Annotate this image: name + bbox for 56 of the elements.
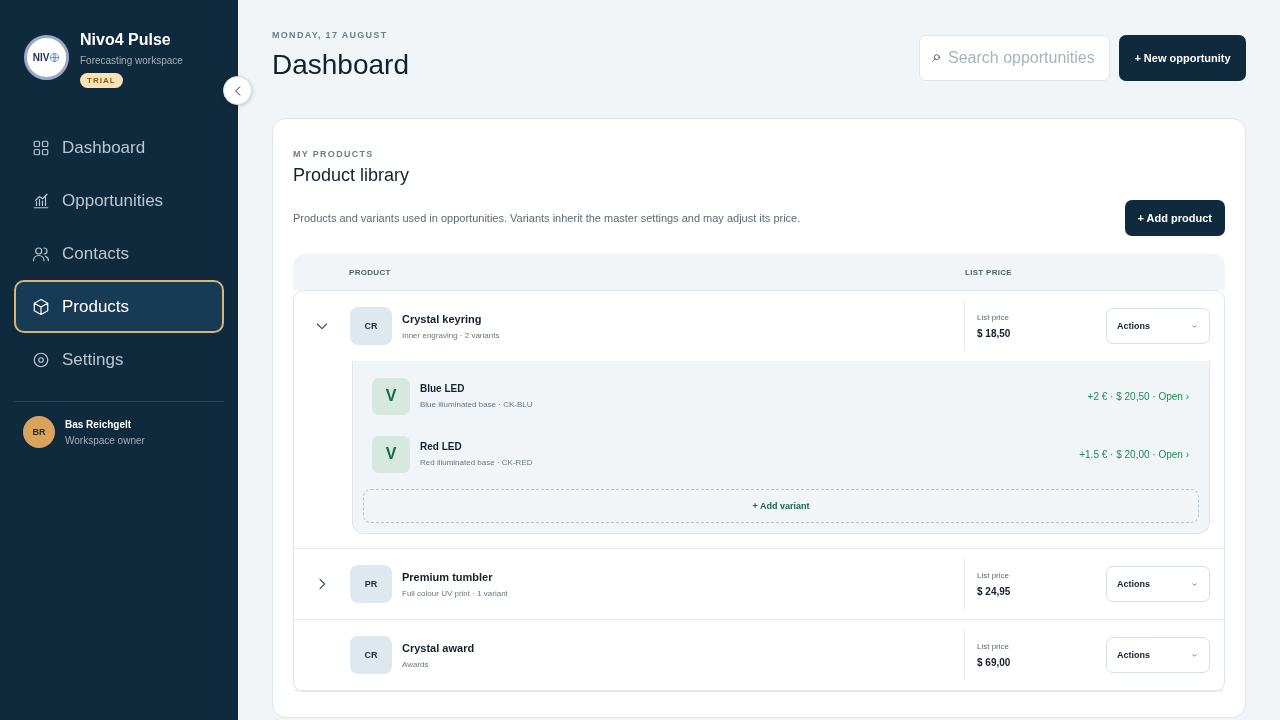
product-meta: Awards: [402, 659, 430, 669]
product-thumbnail: CR: [350, 307, 392, 345]
variant-name: Blue LED: [420, 383, 466, 394]
variant-thumbnail: V: [372, 435, 410, 473]
product-thumbnail: CR: [350, 636, 392, 674]
nav-item[interactable]: Opportunities: [14, 174, 224, 227]
grid-icon: [32, 138, 50, 157]
price-label: List price: [977, 313, 1010, 322]
user-name: Bas Reichgelt: [65, 418, 133, 430]
globe-icon: [49, 52, 61, 63]
variant-meta: Red illuminated base · CK-RED: [420, 458, 534, 467]
actions-dropdown[interactable]: Actions: [1106, 566, 1210, 602]
add-product-button[interactable]: + Add product: [1124, 200, 1225, 236]
gear-icon: [32, 350, 50, 369]
actions-dropdown[interactable]: Actions: [1106, 308, 1210, 344]
product-thumbnail: PR: [350, 565, 392, 603]
price-value: $ 69,00: [977, 657, 1012, 668]
section-description: Products and variants used in opportunities. Variants inherit the master settings and may adjust its price.: [293, 212, 801, 224]
variant-price-link[interactable]: +1.5 € · $ 20,00 · Open ›: [1079, 448, 1189, 460]
nav-item[interactable]: Settings: [14, 333, 224, 386]
search-field[interactable]: Search opportunities: [919, 35, 1110, 81]
user-avatar: BR: [23, 416, 55, 448]
page-title: Dashboard: [272, 49, 409, 81]
section-label: MY PRODUCTS: [293, 149, 375, 159]
price-value: $ 24,95: [977, 586, 1012, 597]
column-header: LIST PRICE: [965, 267, 1012, 277]
users-icon: [32, 244, 50, 263]
product-meta: Inner engraving · 2 variants: [402, 330, 501, 340]
add-variant-button[interactable]: + Add variant: [363, 489, 1199, 523]
product-name: Crystal award: [402, 641, 476, 654]
variant-thumbnail: V: [372, 377, 410, 415]
nav-item[interactable]: Dashboard: [14, 121, 224, 174]
variant-name: Red LED: [420, 441, 463, 452]
logo-text: NIV: [32, 52, 50, 63]
bar-chart-icon: [32, 191, 50, 210]
app-name: Nivo4 Pulse: [80, 31, 172, 49]
actions-dropdown[interactable]: Actions: [1106, 637, 1210, 673]
new-opportunity-button[interactable]: + New opportunity: [1119, 35, 1246, 81]
trial-badge: TRIAL: [80, 73, 123, 88]
section-title: Product library: [293, 165, 411, 186]
price-label: List price: [977, 571, 1010, 580]
date-label: MONDAY, 17 AUGUST: [272, 30, 389, 40]
app-subtitle: Forecasting workspace: [80, 55, 183, 66]
nav-item[interactable]: Products: [14, 280, 224, 333]
variant-price-link[interactable]: +2 € · $ 20,50 · Open ›: [1087, 390, 1189, 402]
product-name: Premium tumbler: [402, 570, 494, 583]
price-value: $ 18,50: [977, 328, 1012, 339]
product-meta: Full colour UV print · 1 variant: [402, 588, 509, 598]
user-role: Workspace owner: [65, 434, 145, 446]
nav-item[interactable]: Contacts: [14, 227, 224, 280]
product-name: Crystal keyring: [402, 312, 483, 325]
box-icon: [32, 297, 50, 316]
price-label: List price: [977, 642, 1010, 651]
column-header: PRODUCT: [349, 267, 392, 277]
collapse-button[interactable]: [223, 76, 252, 105]
variant-meta: Blue illuminated base · CK-BLU: [420, 400, 534, 409]
